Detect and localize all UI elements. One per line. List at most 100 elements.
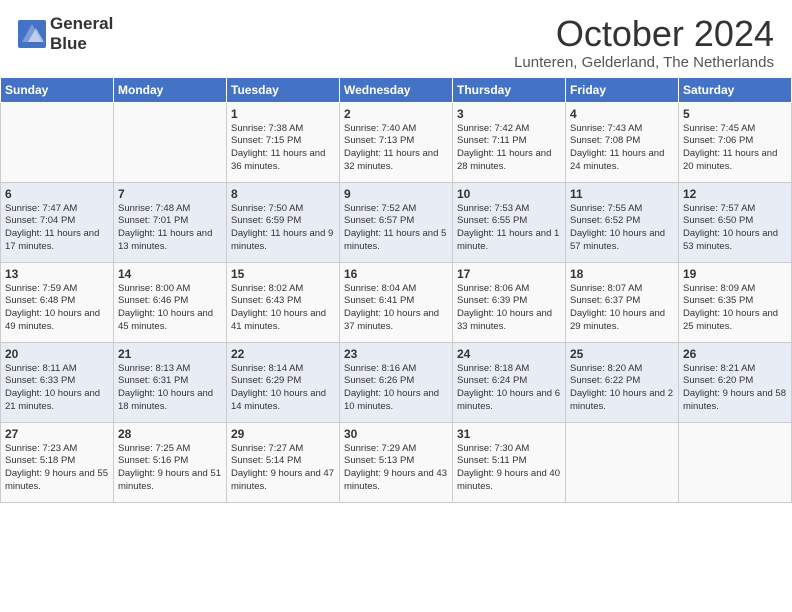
calendar-week-row: 13 Sunrise: 7:59 AMSunset: 6:48 PMDayligh… — [1, 262, 792, 342]
weekday-header: Wednesday — [340, 77, 453, 102]
calendar-cell: 26Sunrise: 8:21 AMSunset: 6:20 PMDayligh… — [679, 342, 792, 422]
cell-content: Sunrise: 8:18 AMSunset: 6:24 PMDaylight:… — [457, 363, 561, 414]
calendar-cell: 23 Sunrise: 8:16 AMSunset: 6:26 PMDayligh… — [340, 342, 453, 422]
month-title: October 2024 — [514, 14, 774, 54]
calendar-week-row: 6 Sunrise: 7:47 AMSunset: 7:04 PMDaylight… — [1, 182, 792, 262]
calendar-cell: 24 Sunrise: 8:18 AMSunset: 6:24 PMDayligh… — [453, 342, 566, 422]
cell-content: Sunrise: 7:57 AMSunset: 6:50 PMDaylight:… — [683, 203, 787, 254]
calendar-cell: 22 Sunrise: 8:14 AMSunset: 6:29 PMDayligh… — [227, 342, 340, 422]
calendar-cell: 4 Sunrise: 7:43 AMSunset: 7:08 PMDaylight… — [566, 102, 679, 182]
weekday-header: Monday — [114, 77, 227, 102]
day-number: 13 — [5, 267, 109, 281]
day-number: 2 — [344, 107, 448, 121]
weekday-header: Tuesday — [227, 77, 340, 102]
calendar-cell: 9Sunrise: 7:52 AMSunset: 6:57 PMDaylight… — [340, 182, 453, 262]
calendar-cell: 6 Sunrise: 7:47 AMSunset: 7:04 PMDaylight… — [1, 182, 114, 262]
cell-content: Sunrise: 8:20 AMSunset: 6:22 PMDaylight:… — [570, 363, 674, 414]
calendar-week-row: 1Sunrise: 7:38 AMSunset: 7:15 PMDaylight… — [1, 102, 792, 182]
day-number: 4 — [570, 107, 674, 121]
day-number: 17 — [457, 267, 561, 281]
cell-content: Sunrise: 7:27 AMSunset: 5:14 PMDaylight:… — [231, 443, 335, 494]
day-number: 8 — [231, 187, 335, 201]
cell-content: Sunrise: 7:25 AMSunset: 5:16 PMDaylight:… — [118, 443, 222, 494]
cell-content: Sunrise: 8:04 AMSunset: 6:41 PMDaylight:… — [344, 283, 448, 334]
cell-content: Sunrise: 8:11 AMSunset: 6:33 PMDaylight:… — [5, 363, 109, 414]
title-block: October 2024 Lunteren, Gelderland, The N… — [514, 14, 774, 71]
calendar-cell: 31Sunrise: 7:30 AMSunset: 5:11 PMDayligh… — [453, 422, 566, 502]
day-number: 3 — [457, 107, 561, 121]
day-number: 20 — [5, 347, 109, 361]
calendar-table: SundayMondayTuesdayWednesdayThursdayFrid… — [0, 77, 792, 503]
cell-content: Sunrise: 7:50 AMSunset: 6:59 PMDaylight:… — [231, 203, 335, 254]
cell-content: Sunrise: 8:07 AMSunset: 6:37 PMDaylight:… — [570, 283, 674, 334]
cell-content: Sunrise: 7:29 AMSunset: 5:13 PMDaylight:… — [344, 443, 448, 494]
day-number: 5 — [683, 107, 787, 121]
cell-content: Sunrise: 8:09 AMSunset: 6:35 PMDaylight:… — [683, 283, 787, 334]
day-number: 28 — [118, 427, 222, 441]
calendar-cell: 13 Sunrise: 7:59 AMSunset: 6:48 PMDayligh… — [1, 262, 114, 342]
day-number: 21 — [118, 347, 222, 361]
weekday-header: Sunday — [1, 77, 114, 102]
calendar-cell: 15 Sunrise: 8:02 AMSunset: 6:43 PMDayligh… — [227, 262, 340, 342]
calendar-cell: 28 Sunrise: 7:25 AMSunset: 5:16 PMDayligh… — [114, 422, 227, 502]
day-number: 24 — [457, 347, 561, 361]
weekday-header-row: SundayMondayTuesdayWednesdayThursdayFrid… — [1, 77, 792, 102]
cell-content: Sunrise: 8:02 AMSunset: 6:43 PMDaylight:… — [231, 283, 335, 334]
calendar-cell: 19 Sunrise: 8:09 AMSunset: 6:35 PMDayligh… — [679, 262, 792, 342]
cell-content: Sunrise: 8:14 AMSunset: 6:29 PMDaylight:… — [231, 363, 335, 414]
calendar-cell — [1, 102, 114, 182]
logo-text: General Blue — [50, 14, 113, 55]
location: Lunteren, Gelderland, The Netherlands — [514, 54, 774, 71]
day-number: 16 — [344, 267, 448, 281]
weekday-header: Friday — [566, 77, 679, 102]
weekday-header: Saturday — [679, 77, 792, 102]
cell-content: Sunrise: 8:13 AMSunset: 6:31 PMDaylight:… — [118, 363, 222, 414]
day-number: 26 — [683, 347, 787, 361]
calendar-cell — [679, 422, 792, 502]
calendar-cell: 29 Sunrise: 7:27 AMSunset: 5:14 PMDayligh… — [227, 422, 340, 502]
cell-content: Sunrise: 7:59 AMSunset: 6:48 PMDaylight:… — [5, 283, 109, 334]
day-number: 11 — [570, 187, 674, 201]
logo-icon — [18, 20, 46, 48]
day-number: 30 — [344, 427, 448, 441]
calendar-cell: 14Sunrise: 8:00 AMSunset: 6:46 PMDayligh… — [114, 262, 227, 342]
day-number: 9 — [344, 187, 448, 201]
calendar-cell: 27Sunrise: 7:23 AMSunset: 5:18 PMDayligh… — [1, 422, 114, 502]
day-number: 10 — [457, 187, 561, 201]
calendar-cell: 2 Sunrise: 7:40 AMSunset: 7:13 PMDaylight… — [340, 102, 453, 182]
calendar-cell — [114, 102, 227, 182]
day-number: 18 — [570, 267, 674, 281]
calendar-cell: 3Sunrise: 7:42 AMSunset: 7:11 PMDaylight… — [453, 102, 566, 182]
calendar-cell: 5Sunrise: 7:45 AMSunset: 7:06 PMDaylight… — [679, 102, 792, 182]
calendar-cell: 10 Sunrise: 7:53 AMSunset: 6:55 PMDayligh… — [453, 182, 566, 262]
calendar-week-row: 20 Sunrise: 8:11 AMSunset: 6:33 PMDayligh… — [1, 342, 792, 422]
calendar-cell: 7Sunrise: 7:48 AMSunset: 7:01 PMDaylight… — [114, 182, 227, 262]
day-number: 1 — [231, 107, 335, 121]
calendar-cell: 11Sunrise: 7:55 AMSunset: 6:52 PMDayligh… — [566, 182, 679, 262]
calendar-cell — [566, 422, 679, 502]
page-header: General Blue October 2024 Lunteren, Geld… — [0, 0, 792, 77]
cell-content: Sunrise: 7:23 AMSunset: 5:18 PMDaylight:… — [5, 443, 109, 494]
cell-content: Sunrise: 7:40 AMSunset: 7:13 PMDaylight:… — [344, 123, 448, 174]
day-number: 6 — [5, 187, 109, 201]
day-number: 19 — [683, 267, 787, 281]
cell-content: Sunrise: 7:43 AMSunset: 7:08 PMDaylight:… — [570, 123, 674, 174]
day-number: 23 — [344, 347, 448, 361]
day-number: 29 — [231, 427, 335, 441]
cell-content: Sunrise: 7:48 AMSunset: 7:01 PMDaylight:… — [118, 203, 222, 254]
calendar-cell: 20 Sunrise: 8:11 AMSunset: 6:33 PMDayligh… — [1, 342, 114, 422]
logo: General Blue — [18, 14, 113, 55]
day-number: 22 — [231, 347, 335, 361]
cell-content: Sunrise: 7:47 AMSunset: 7:04 PMDaylight:… — [5, 203, 109, 254]
calendar-week-row: 27Sunrise: 7:23 AMSunset: 5:18 PMDayligh… — [1, 422, 792, 502]
weekday-header: Thursday — [453, 77, 566, 102]
cell-content: Sunrise: 7:53 AMSunset: 6:55 PMDaylight:… — [457, 203, 561, 254]
calendar-cell: 25Sunrise: 8:20 AMSunset: 6:22 PMDayligh… — [566, 342, 679, 422]
cell-content: Sunrise: 8:16 AMSunset: 6:26 PMDaylight:… — [344, 363, 448, 414]
day-number: 15 — [231, 267, 335, 281]
calendar-cell: 21 Sunrise: 8:13 AMSunset: 6:31 PMDayligh… — [114, 342, 227, 422]
calendar-cell: 12Sunrise: 7:57 AMSunset: 6:50 PMDayligh… — [679, 182, 792, 262]
day-number: 31 — [457, 427, 561, 441]
calendar-cell: 8 Sunrise: 7:50 AMSunset: 6:59 PMDaylight… — [227, 182, 340, 262]
calendar-cell: 18 Sunrise: 8:07 AMSunset: 6:37 PMDayligh… — [566, 262, 679, 342]
